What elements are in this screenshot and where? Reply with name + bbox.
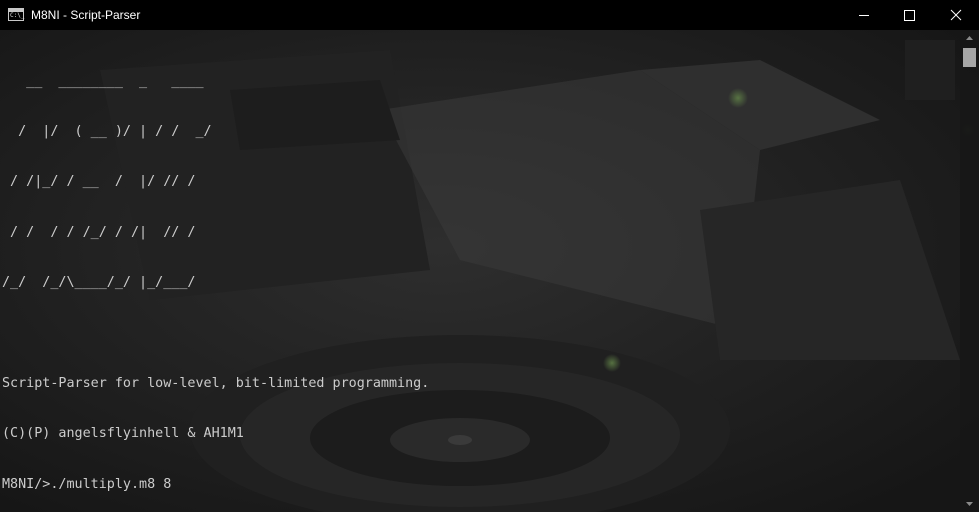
console-window: C:\_ M8NI - Script-Parser __ ________ _ … [0,0,979,512]
vertical-scrollbar[interactable] [960,30,979,512]
copyright-line: (C)(P) angelsflyinhell & AH1M1 [2,426,244,442]
ascii-logo-line: / |/ ( __ )/ | / / _/ [2,123,212,139]
ascii-logo-line: / / / / /_/ / /| // / [2,224,196,240]
scroll-up-button[interactable] [960,30,979,47]
ascii-logo-line: / /|_/ / __ / |/ // / [2,174,196,190]
window-title: M8NI - Script-Parser [31,8,141,22]
console-icon-glyph: C:\_ [10,12,25,19]
close-button[interactable] [933,0,979,30]
minimize-icon [859,15,869,16]
scroll-up-arrow-icon [966,36,973,40]
prompt: M8NI/> [2,476,51,492]
ascii-logo-line: __ ________ _ ____ [2,73,204,89]
maximize-button[interactable] [887,0,933,30]
minimize-button[interactable] [841,0,887,30]
console-output[interactable]: __ ________ _ ____ / |/ ( __ )/ | / / _/… [2,40,429,512]
tagline: Script-Parser for low-level, bit-limited… [2,375,430,391]
ascii-logo-line: /_/ /_/\____/_/ |_/___/ [2,275,196,291]
maximize-icon [904,10,915,21]
command-input[interactable]: ./multiply.m8 8 [50,477,171,492]
scroll-thumb[interactable] [963,48,976,67]
scroll-down-button[interactable] [960,495,979,512]
title-bar[interactable]: C:\_ M8NI - Script-Parser [0,0,979,30]
close-icon [950,9,962,21]
scroll-down-arrow-icon [966,502,973,506]
console-icon[interactable]: C:\_ [8,8,24,21]
command-line[interactable]: M8NI/>./multiply.m8 8 [2,477,429,494]
